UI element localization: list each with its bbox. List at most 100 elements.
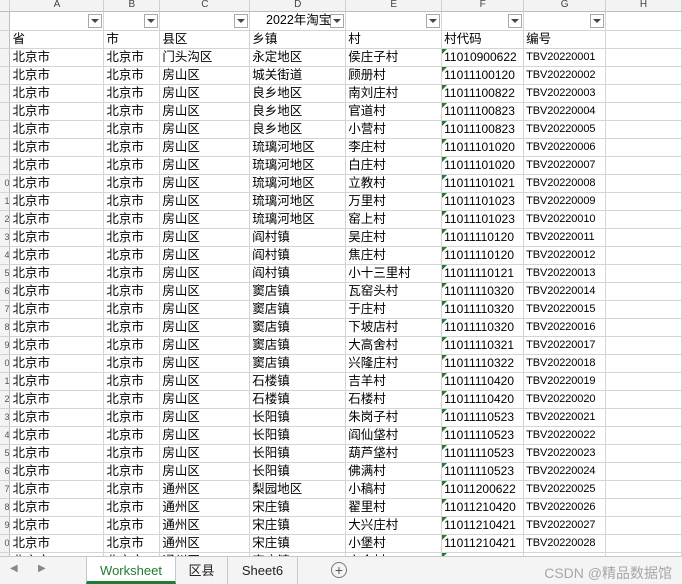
empty-cell[interactable] [605, 264, 682, 283]
data-cell[interactable]: 房山区 [159, 462, 251, 481]
data-cell[interactable]: 11011110523 [441, 444, 525, 463]
empty-cell[interactable] [605, 156, 682, 175]
data-cell[interactable]: 北京市 [103, 354, 161, 373]
column-label-cell[interactable] [605, 30, 682, 49]
data-cell[interactable]: 北京市 [103, 480, 161, 499]
data-cell[interactable]: 11011110523 [441, 426, 525, 445]
data-cell[interactable]: 房山区 [159, 282, 251, 301]
data-cell[interactable]: 房山区 [159, 318, 251, 337]
filter-dropdown-icon[interactable] [88, 13, 103, 28]
data-cell[interactable]: 窦店镇 [249, 282, 347, 301]
data-cell[interactable]: 窦店镇 [249, 336, 347, 355]
column-label-cell[interactable]: 村 [345, 30, 443, 49]
data-cell[interactable]: TBV20220013 [523, 264, 607, 283]
data-cell[interactable]: 石楼镇 [249, 372, 347, 391]
data-cell[interactable]: 北京市 [9, 120, 105, 139]
data-cell[interactable]: TBV20220001 [523, 48, 607, 67]
data-cell[interactable]: 北京市 [103, 462, 161, 481]
data-cell[interactable]: 良乡地区 [249, 84, 347, 103]
data-cell[interactable]: 房山区 [159, 156, 251, 175]
data-cell[interactable]: 长阳镇 [249, 426, 347, 445]
data-cell[interactable]: 阎仙垡村 [345, 426, 443, 445]
column-label-cell[interactable]: 编号 [523, 30, 607, 49]
data-cell[interactable]: 顾册村 [345, 66, 443, 85]
data-cell[interactable]: 下坡店村 [345, 318, 443, 337]
data-cell[interactable]: 南刘庄村 [345, 84, 443, 103]
data-cell[interactable]: 石楼村 [345, 390, 443, 409]
data-cell[interactable]: 11011101020 [441, 138, 525, 157]
data-cell[interactable]: 11011110523 [441, 462, 525, 481]
data-cell[interactable]: 11011100823 [441, 102, 525, 121]
data-cell[interactable]: 北京市 [9, 174, 105, 193]
data-cell[interactable]: 北京市 [9, 228, 105, 247]
column-header-c[interactable]: C [159, 0, 251, 12]
filter-cell[interactable] [441, 11, 525, 31]
data-cell[interactable]: 北京市 [103, 498, 161, 517]
data-cell[interactable]: 11011100823 [441, 120, 525, 139]
empty-cell[interactable] [605, 408, 682, 427]
data-cell[interactable]: 北京市 [103, 102, 161, 121]
data-cell[interactable]: 小十三里村 [345, 264, 443, 283]
column-label-cell[interactable]: 乡镇 [249, 30, 347, 49]
data-cell[interactable]: 北京市 [9, 318, 105, 337]
scroll-tabs-left-icon[interactable]: ◀ [10, 563, 18, 574]
data-cell[interactable]: TBV20220024 [523, 462, 607, 481]
data-cell[interactable]: TBV20220002 [523, 66, 607, 85]
data-cell[interactable]: TBV20220016 [523, 318, 607, 337]
data-cell[interactable]: 长阳镇 [249, 462, 347, 481]
filter-cell[interactable] [9, 11, 105, 31]
empty-cell[interactable] [605, 228, 682, 247]
data-cell[interactable]: 北京市 [103, 336, 161, 355]
data-cell[interactable]: 11010900622 [441, 48, 525, 67]
data-cell[interactable]: 葫芦垡村 [345, 444, 443, 463]
empty-cell[interactable] [605, 246, 682, 265]
column-header-h[interactable]: H [605, 0, 682, 12]
data-cell[interactable]: 城关街道 [249, 66, 347, 85]
data-cell[interactable]: 通州区 [159, 480, 251, 499]
data-cell[interactable]: 11011101020 [441, 156, 525, 175]
data-cell[interactable]: 大高舍村 [345, 336, 443, 355]
data-cell[interactable]: TBV20220017 [523, 336, 607, 355]
data-cell[interactable]: TBV20220022 [523, 426, 607, 445]
data-cell[interactable]: 房山区 [159, 426, 251, 445]
data-cell[interactable]: 李庄村 [345, 138, 443, 157]
data-cell[interactable]: 门头沟区 [159, 48, 251, 67]
column-header-e[interactable]: E [345, 0, 443, 12]
data-cell[interactable]: 北京市 [9, 102, 105, 121]
data-cell[interactable]: 房山区 [159, 300, 251, 319]
empty-cell[interactable] [605, 516, 682, 535]
data-cell[interactable]: 焦庄村 [345, 246, 443, 265]
data-cell[interactable]: 琉璃河地区 [249, 138, 347, 157]
tab-districts[interactable]: 区县 [176, 557, 228, 584]
data-cell[interactable]: 北京市 [9, 246, 105, 265]
filter-cell[interactable] [159, 11, 251, 31]
filter-dropdown-icon[interactable] [330, 13, 345, 28]
data-cell[interactable]: TBV20220020 [523, 390, 607, 409]
data-cell[interactable]: 北京市 [9, 444, 105, 463]
empty-cell[interactable] [605, 84, 682, 103]
data-cell[interactable]: 11011110320 [441, 318, 525, 337]
data-cell[interactable]: 北京市 [9, 264, 105, 283]
data-cell[interactable]: 北京市 [103, 84, 161, 103]
data-cell[interactable]: 房山区 [159, 228, 251, 247]
data-cell[interactable]: TBV20220028 [523, 534, 607, 553]
filter-cell[interactable] [605, 11, 682, 31]
empty-cell[interactable] [605, 138, 682, 157]
data-cell[interactable]: TBV20220011 [523, 228, 607, 247]
data-cell[interactable]: 北京市 [103, 372, 161, 391]
data-cell[interactable]: 11011110523 [441, 408, 525, 427]
data-cell[interactable]: 北京市 [103, 534, 161, 553]
data-cell[interactable]: 北京市 [103, 210, 161, 229]
empty-cell[interactable] [605, 426, 682, 445]
data-cell[interactable]: 北京市 [9, 498, 105, 517]
data-cell[interactable]: TBV20220014 [523, 282, 607, 301]
data-cell[interactable]: 吴庄村 [345, 228, 443, 247]
data-cell[interactable]: 北京市 [9, 372, 105, 391]
data-cell[interactable]: 小堡村 [345, 534, 443, 553]
data-cell[interactable]: 长阳镇 [249, 408, 347, 427]
data-cell[interactable]: 北京市 [103, 318, 161, 337]
data-cell[interactable]: 房山区 [159, 102, 251, 121]
data-cell[interactable]: 通州区 [159, 516, 251, 535]
data-cell[interactable]: TBV20220005 [523, 120, 607, 139]
data-cell[interactable]: 11011210420 [441, 498, 525, 517]
